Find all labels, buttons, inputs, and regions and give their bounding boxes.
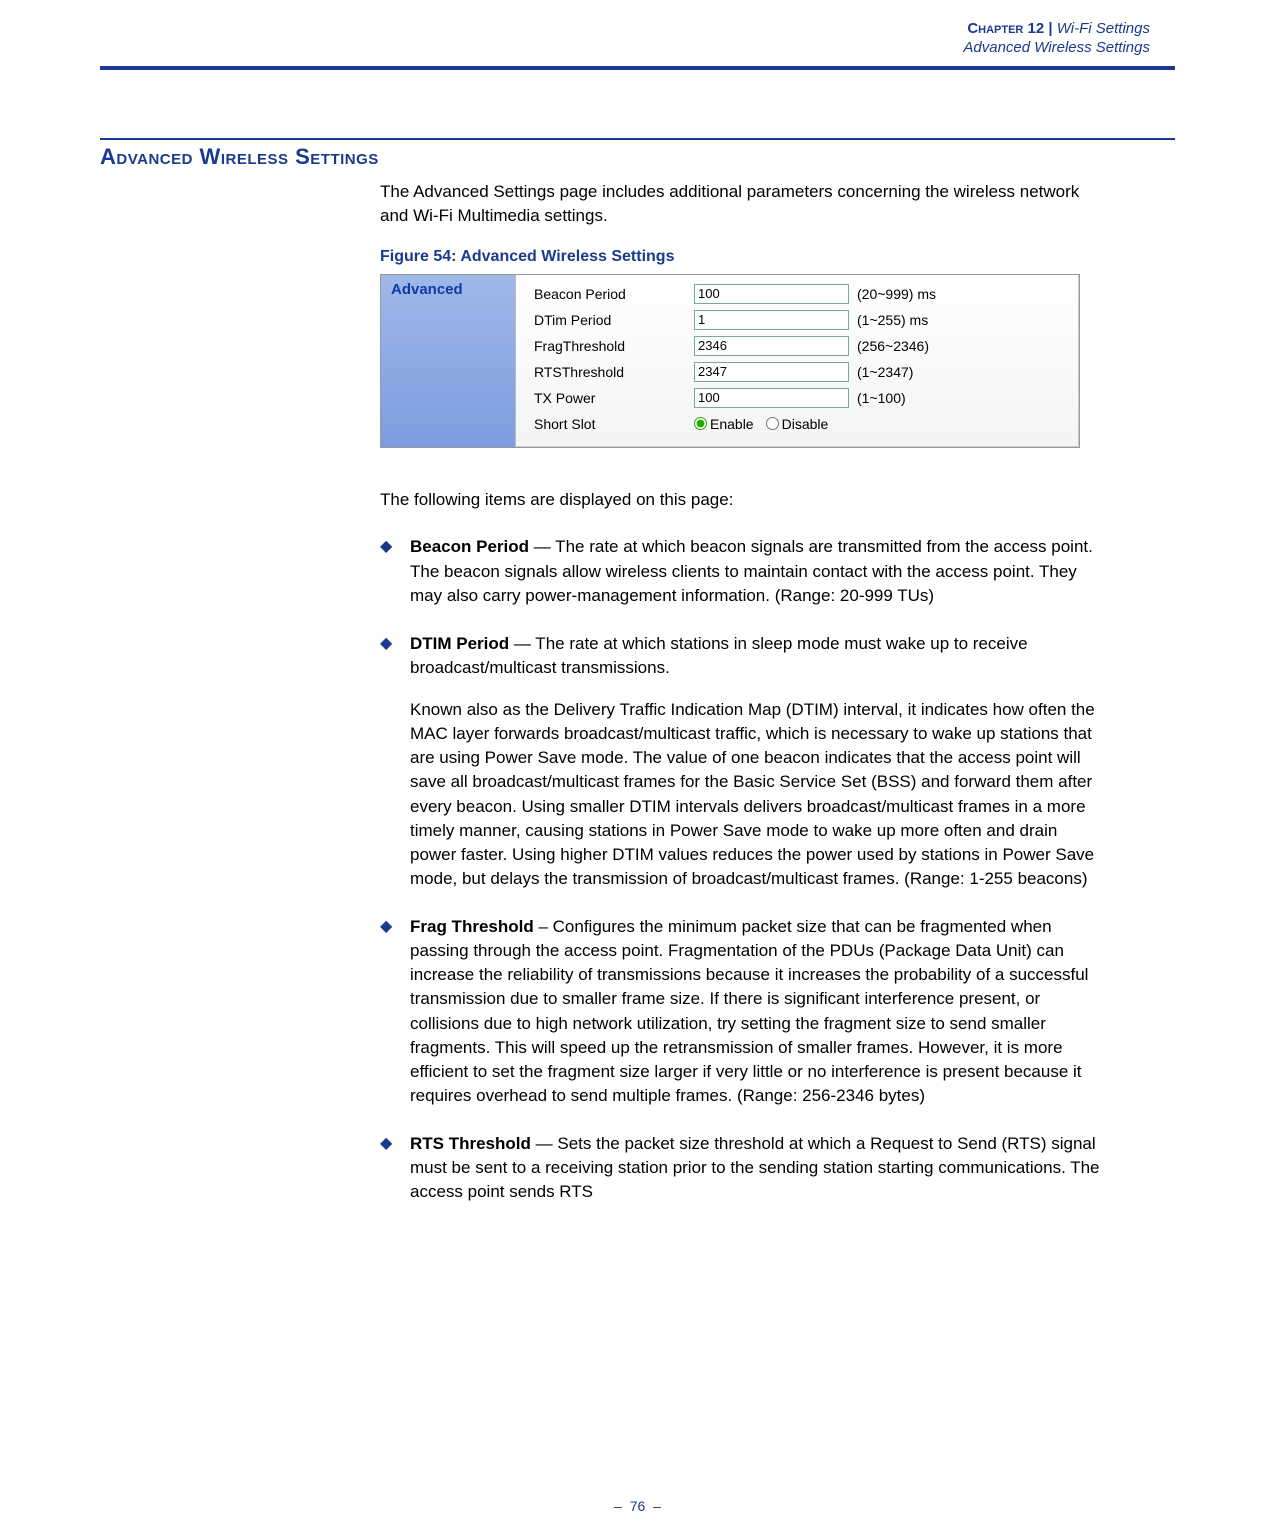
bullet-rts-threshold: RTS Threshold — Sets the packet size thr… [380, 1132, 1100, 1204]
input-rts-threshold[interactable] [694, 362, 849, 382]
panel-sidebar-title: Advanced [381, 275, 516, 447]
page-header: Chapter 12 | Wi-Fi Settings Advanced Wir… [100, 18, 1175, 64]
term-beacon-period: Beacon Period [410, 537, 529, 556]
chapter-title: Wi-Fi Settings [1057, 20, 1150, 37]
suffix-dtim-period: (1~255) ms [857, 312, 928, 328]
input-frag-threshold[interactable] [694, 336, 849, 356]
bullet-dtim-period: DTIM Period — The rate at which stations… [380, 632, 1100, 891]
suffix-frag-threshold: (256~2346) [857, 338, 929, 354]
row-dtim-period: DTim Period (1~255) ms [534, 307, 936, 333]
footer-dash-left: – [614, 1498, 622, 1514]
text-dtim-extra: Known also as the Delivery Traffic Indic… [410, 700, 1095, 888]
page-footer: – 76 – [0, 1498, 1275, 1514]
label-frag-threshold: FragThreshold [534, 338, 694, 354]
header-separator: | [1048, 20, 1052, 37]
label-dtim-period: DTim Period [534, 312, 694, 328]
chapter-number: Chapter 12 [967, 20, 1044, 37]
footer-dash-right: – [653, 1498, 661, 1514]
input-dtim-period[interactable] [694, 310, 849, 330]
figure-caption: Figure 54: Advanced Wireless Settings [380, 248, 1100, 266]
settings-panel: Advanced Beacon Period (20~999) ms DTim … [380, 274, 1080, 448]
input-tx-power[interactable] [694, 388, 849, 408]
label-tx-power: TX Power [534, 390, 694, 406]
input-beacon-period[interactable] [694, 284, 849, 304]
radio-short-slot-disable[interactable] [766, 417, 779, 430]
term-frag-threshold: Frag Threshold [410, 917, 534, 936]
panel-form: Beacon Period (20~999) ms DTim Period (1… [516, 275, 946, 447]
radio-short-slot-enable[interactable] [694, 417, 707, 430]
label-beacon-period: Beacon Period [534, 286, 694, 302]
row-frag-threshold: FragThreshold (256~2346) [534, 333, 936, 359]
text-frag-threshold: – Configures the minimum packet size tha… [410, 917, 1088, 1105]
term-rts-threshold: RTS Threshold [410, 1134, 531, 1153]
radio-label-disable: Disable [782, 416, 829, 432]
suffix-tx-power: (1~100) [857, 390, 906, 406]
section-rule [100, 138, 1175, 140]
term-dtim-period: DTIM Period [410, 634, 509, 653]
label-rts-threshold: RTSThreshold [534, 364, 694, 380]
suffix-rts-threshold: (1~2347) [857, 364, 913, 380]
row-beacon-period: Beacon Period (20~999) ms [534, 281, 936, 307]
header-rule [100, 66, 1175, 70]
bullet-list: Beacon Period — The rate at which beacon… [380, 535, 1100, 1204]
radio-label-enable: Enable [710, 416, 754, 432]
row-rts-threshold: RTSThreshold (1~2347) [534, 359, 936, 385]
page-number: 76 [630, 1498, 646, 1514]
followup-text: The following items are displayed on thi… [380, 488, 1100, 512]
row-tx-power: TX Power (1~100) [534, 385, 936, 411]
suffix-beacon-period: (20~999) ms [857, 286, 936, 302]
row-short-slot: Short Slot Enable Disable [534, 411, 936, 437]
chapter-subtitle: Advanced Wireless Settings [100, 39, 1150, 56]
bullet-beacon-period: Beacon Period — The rate at which beacon… [380, 535, 1100, 607]
bullet-frag-threshold: Frag Threshold – Configures the minimum … [380, 915, 1100, 1108]
label-short-slot: Short Slot [534, 416, 694, 432]
section-intro: The Advanced Settings page includes addi… [380, 180, 1100, 228]
section-heading: Advanced Wireless Settings [100, 144, 1175, 170]
